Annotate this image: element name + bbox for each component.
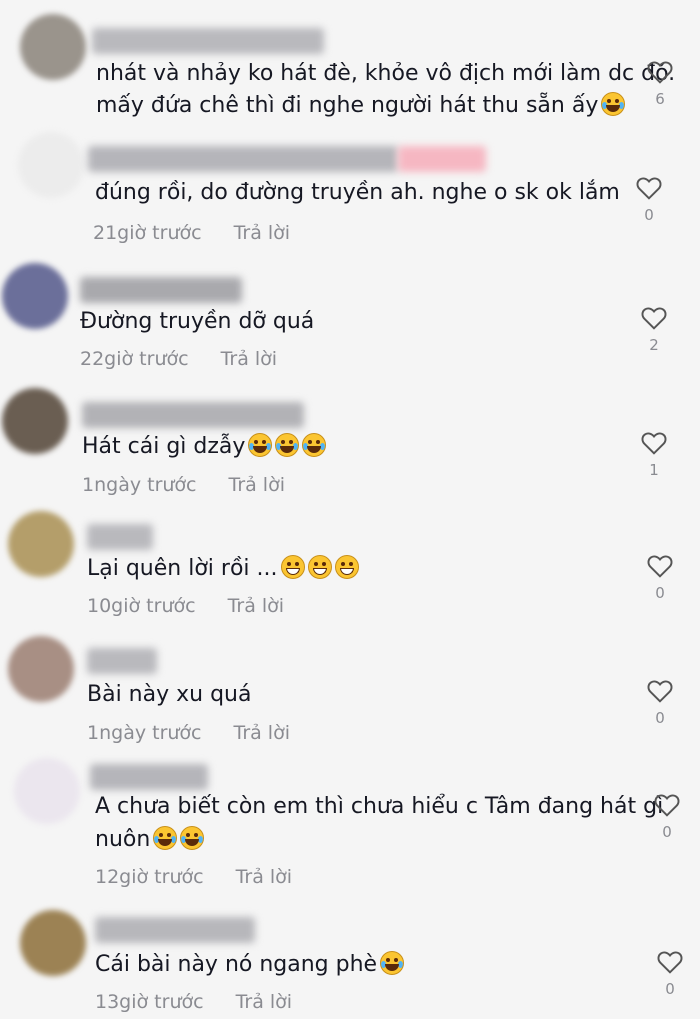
heart-outline-icon[interactable] bbox=[647, 679, 673, 703]
face-with-tears-of-joy-icon bbox=[153, 826, 178, 850]
avatar[interactable] bbox=[2, 388, 68, 454]
like-count: 0 bbox=[655, 709, 665, 727]
like-column: 2 bbox=[634, 306, 674, 354]
timestamp: 10giờ trước bbox=[87, 595, 196, 617]
comment-meta: 21giờ trước Trả lời bbox=[93, 222, 290, 244]
comment-meta: 10giờ trước Trả lời bbox=[87, 595, 284, 617]
like-column: 6 bbox=[640, 60, 680, 108]
avatar[interactable] bbox=[18, 132, 84, 198]
username-blurred[interactable] bbox=[87, 648, 157, 674]
like-column: 0 bbox=[640, 679, 680, 727]
comment-text: Hát cái gì dzẫy bbox=[82, 430, 327, 463]
heart-outline-icon[interactable] bbox=[657, 950, 683, 974]
comment-meta: 13giờ trước Trả lời bbox=[95, 991, 292, 1013]
grinning-face-icon bbox=[334, 555, 359, 579]
like-column: 0 bbox=[629, 176, 669, 224]
comment-text: mấy đứa chê thì đi nghe người hát thu sẵ… bbox=[96, 89, 626, 122]
like-column: 0 bbox=[640, 554, 680, 602]
face-with-tears-of-joy-icon bbox=[601, 92, 626, 116]
username-blurred[interactable] bbox=[95, 917, 255, 943]
grinning-face-icon bbox=[307, 555, 332, 579]
reply-button[interactable]: Trả lời bbox=[236, 866, 293, 888]
username-blurred[interactable] bbox=[87, 524, 153, 550]
timestamp: 13giờ trước bbox=[95, 991, 204, 1013]
heart-outline-icon[interactable] bbox=[641, 431, 667, 455]
username-blurred[interactable] bbox=[90, 764, 208, 790]
timestamp: 21giờ trước bbox=[93, 222, 202, 244]
reply-button[interactable]: Trả lời bbox=[228, 595, 285, 617]
comment-text: nuôn bbox=[95, 823, 205, 856]
like-count: 2 bbox=[649, 336, 659, 354]
comment-text: đúng rồi, do đường truyền ah. nghe o sk … bbox=[95, 180, 620, 205]
heart-outline-icon[interactable] bbox=[636, 176, 662, 200]
timestamp: 12giờ trước bbox=[95, 866, 204, 888]
like-count: 0 bbox=[655, 584, 665, 602]
username-blurred[interactable] bbox=[92, 28, 324, 54]
avatar[interactable] bbox=[14, 758, 80, 824]
like-column: 1 bbox=[634, 431, 674, 479]
comment-meta: 22giờ trước Trả lời bbox=[80, 348, 277, 370]
like-count: 0 bbox=[662, 823, 672, 841]
username-blurred[interactable] bbox=[80, 277, 242, 303]
like-count: 6 bbox=[655, 90, 665, 108]
comment-text: Bài này xu quá bbox=[87, 682, 252, 707]
face-with-tears-of-joy-icon bbox=[302, 433, 327, 457]
comment-text: Cái bài này nó ngang phè bbox=[95, 948, 405, 981]
reply-button[interactable]: Trả lời bbox=[221, 348, 278, 370]
heart-outline-icon[interactable] bbox=[641, 306, 667, 330]
heart-outline-icon[interactable] bbox=[647, 60, 673, 84]
avatar[interactable] bbox=[8, 511, 74, 577]
username-blurred bbox=[398, 146, 486, 172]
comment-text: A chưa biết còn em thì chưa hiểu c Tâm đ… bbox=[95, 794, 664, 819]
comment-meta: 1ngày trước Trả lời bbox=[82, 474, 285, 496]
like-count: 1 bbox=[649, 461, 659, 479]
like-column: 0 bbox=[647, 793, 687, 841]
reply-button[interactable]: Trả lời bbox=[229, 474, 286, 496]
timestamp: 22giờ trước bbox=[80, 348, 189, 370]
comment-meta: 1ngày trước Trả lời bbox=[87, 722, 290, 744]
grinning-face-icon bbox=[280, 555, 305, 579]
heart-outline-icon[interactable] bbox=[647, 554, 673, 578]
reply-button[interactable]: Trả lời bbox=[234, 222, 291, 244]
comment-text: nhát và nhảy ko hát đè, khỏe vô địch mới… bbox=[96, 61, 676, 86]
comment-text: Lại quên lời rồi ... bbox=[87, 552, 359, 585]
avatar[interactable] bbox=[2, 263, 68, 329]
comment-meta: 12giờ trước Trả lời bbox=[95, 866, 292, 888]
timestamp: 1ngày trước bbox=[87, 722, 202, 744]
avatar[interactable] bbox=[20, 910, 86, 976]
avatar[interactable] bbox=[20, 14, 86, 80]
heart-outline-icon[interactable] bbox=[654, 793, 680, 817]
face-with-tears-of-joy-icon bbox=[248, 433, 273, 457]
face-with-tears-of-joy-icon bbox=[180, 826, 205, 850]
username-blurred[interactable] bbox=[88, 146, 398, 172]
username-blurred[interactable] bbox=[82, 402, 304, 428]
like-count: 0 bbox=[665, 980, 675, 998]
like-column: 0 bbox=[650, 950, 690, 998]
comment-text: Đường truyền dỡ quá bbox=[80, 309, 315, 334]
avatar[interactable] bbox=[8, 636, 74, 702]
like-count: 0 bbox=[644, 206, 654, 224]
reply-button[interactable]: Trả lời bbox=[234, 722, 291, 744]
face-with-tears-of-joy-icon bbox=[275, 433, 300, 457]
reply-button[interactable]: Trả lời bbox=[236, 991, 293, 1013]
face-with-tears-of-joy-icon bbox=[380, 951, 405, 975]
timestamp: 1ngày trước bbox=[82, 474, 197, 496]
